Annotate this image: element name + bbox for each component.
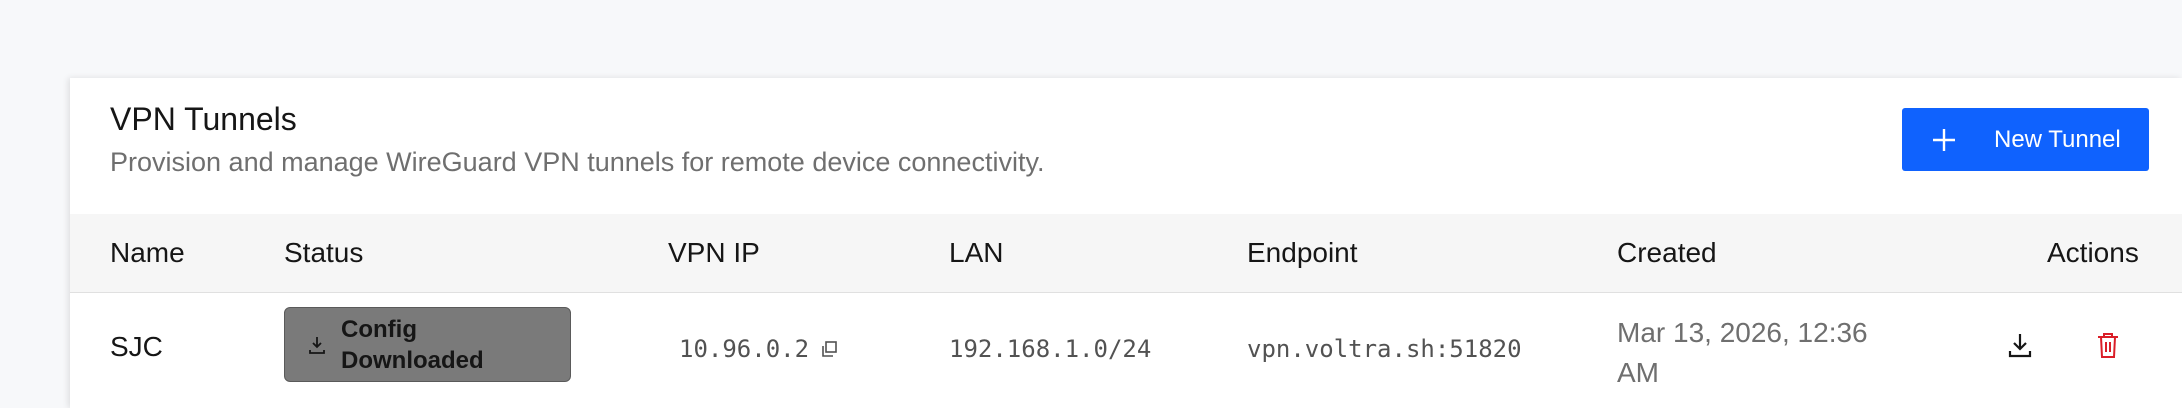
vpn-tunnels-panel: VPN Tunnels Provision and manage WireGua… — [70, 78, 2182, 408]
tunnel-name: SJC — [110, 331, 163, 362]
column-header-lan[interactable]: LAN — [949, 214, 1003, 292]
column-header-name[interactable]: Name — [110, 214, 185, 292]
new-tunnel-button[interactable]: New Tunnel — [1902, 108, 2149, 171]
copy-icon[interactable] — [819, 339, 839, 359]
status-badge: Config Downloaded — [284, 307, 571, 382]
vpn-ip-cell: 10.96.0.2 — [679, 335, 839, 363]
download-config-button[interactable] — [2004, 329, 2036, 361]
column-header-created[interactable]: Created — [1617, 214, 1717, 292]
column-header-status[interactable]: Status — [284, 214, 363, 292]
download-icon — [309, 336, 325, 354]
endpoint-value: vpn.voltra.sh:51820 — [1247, 335, 1522, 363]
table-row[interactable]: SJC Config Downloaded 10.96.0.2 192.168.… — [70, 293, 2182, 408]
new-tunnel-button-label: New Tunnel — [1994, 125, 2121, 153]
status-badge-label: Config Downloaded — [341, 315, 484, 374]
delete-tunnel-button[interactable] — [2092, 329, 2124, 361]
page-subtitle: Provision and manage WireGuard VPN tunne… — [110, 147, 1045, 177]
page-title: VPN Tunnels — [110, 101, 297, 137]
column-header-endpoint[interactable]: Endpoint — [1247, 214, 1358, 292]
download-icon — [2008, 334, 2032, 358]
plus-icon — [1933, 128, 1955, 151]
trash-icon — [2098, 333, 2118, 358]
column-header-actions: Actions — [2047, 237, 2139, 268]
lan-value: 192.168.1.0/24 — [949, 335, 1152, 363]
table-header: Name Status VPN IP LAN Endpoint Created … — [70, 214, 2182, 293]
vpn-ip-value: 10.96.0.2 — [679, 335, 810, 363]
created-value: Mar 13, 2026, 12:36 AM — [1617, 317, 1868, 388]
column-header-vpn-ip[interactable]: VPN IP — [668, 214, 760, 292]
